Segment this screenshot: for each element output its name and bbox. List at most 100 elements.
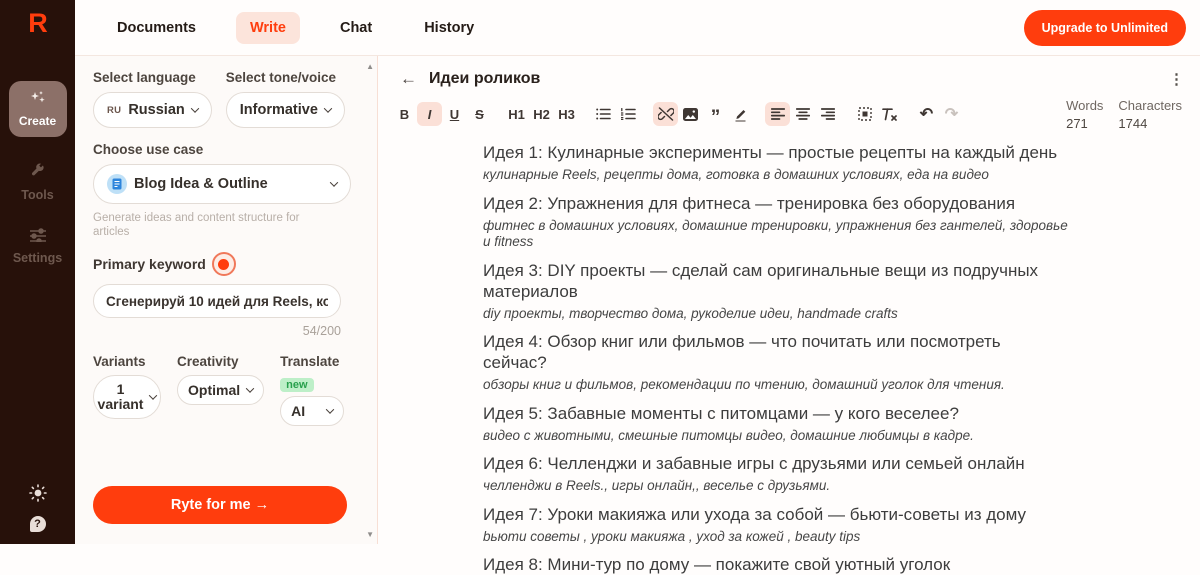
idea-title: Идея 1: Кулинарные эксперименты — просты…: [483, 142, 1069, 163]
chevron-down-icon: [246, 384, 254, 392]
generation-panel: ▲ ▼ Select language RU Russian Select to…: [75, 56, 378, 544]
sidebar-item-label: Create: [19, 114, 56, 128]
ryte-for-me-button[interactable]: Ryte for me →: [93, 486, 347, 524]
creativity-select[interactable]: Optimal: [177, 375, 264, 405]
tab-chat[interactable]: Chat: [328, 12, 384, 44]
chevron-down-icon: [330, 178, 338, 186]
upgrade-button[interactable]: Upgrade to Unlimited: [1024, 10, 1186, 46]
redo-button[interactable]: ↷: [939, 102, 964, 126]
tone-select[interactable]: Informative: [226, 92, 345, 128]
blockquote-button[interactable]: ”: [703, 106, 728, 130]
language-label: Select language: [93, 70, 212, 85]
characters-value: 1744: [1118, 116, 1182, 131]
left-rail: R Create Tools: [0, 0, 75, 544]
sidebar-item-label: Tools: [21, 188, 53, 202]
image-button[interactable]: [678, 102, 703, 126]
ordered-list-button[interactable]: [616, 102, 641, 126]
idea-keywords: обзоры книг и фильмов, рекомендации по ч…: [483, 377, 1069, 394]
translate-value: AI: [291, 403, 305, 419]
sidebar-item-label: Settings: [13, 251, 62, 265]
idea-keywords: видео с животными, смешные питомцы видео…: [483, 428, 1069, 445]
clear-format-button[interactable]: [877, 102, 902, 126]
align-left-button[interactable]: [765, 102, 790, 126]
keyword-char-counter: 54/200: [93, 324, 341, 338]
words-label: Words: [1066, 98, 1103, 113]
panel-scroll-down[interactable]: ▼: [366, 530, 374, 539]
idea-title: Идея 5: Забавные моменты с питомцами — у…: [483, 403, 1069, 424]
word-character-counts: Words 271 Characters 1744: [1066, 98, 1182, 131]
idea-keywords: челленджи в Reels., игры онлайн,, весель…: [483, 478, 1069, 495]
characters-label: Characters: [1118, 98, 1182, 113]
chevron-down-icon: [324, 104, 332, 112]
h1-button[interactable]: H1: [504, 102, 529, 126]
unlink-button[interactable]: [653, 102, 678, 126]
creativity-label: Creativity: [177, 354, 264, 369]
usecase-value: Blog Idea & Outline: [134, 176, 268, 192]
creativity-value: Optimal: [188, 382, 240, 398]
idea-keywords: bьюти советы , уроки макияжа , уход за к…: [483, 529, 1069, 546]
sparkles-icon: [28, 91, 48, 112]
document-title: Идеи роликов: [429, 70, 540, 88]
idea-keywords: кулинарные Reels, рецепты дома, готовка …: [483, 167, 1069, 184]
sidebar-item-settings[interactable]: Settings: [13, 228, 62, 265]
new-badge: new: [280, 378, 313, 392]
chevron-down-icon: [191, 104, 199, 112]
bullet-list-button[interactable]: [591, 102, 616, 126]
select-all-button[interactable]: [852, 102, 877, 126]
top-navigation: Documents Write Chat History Upgrade to …: [75, 0, 1200, 56]
bold-button[interactable]: B: [392, 102, 417, 126]
variants-label: Variants: [93, 354, 161, 369]
sliders-icon: [29, 228, 47, 247]
h3-button[interactable]: H3: [554, 102, 579, 126]
panel-scroll-up[interactable]: ▲: [366, 62, 374, 71]
strikethrough-button[interactable]: S: [467, 102, 492, 126]
translate-label: Translate: [280, 354, 344, 369]
kebab-menu-icon[interactable]: ⋮: [1169, 70, 1184, 88]
sidebar-item-create[interactable]: Create: [9, 81, 67, 137]
usecase-helper-text: Generate ideas and content structure for…: [93, 211, 325, 239]
document-icon: [107, 174, 127, 194]
align-right-button[interactable]: [815, 102, 840, 126]
variants-select[interactable]: 1 variant: [93, 375, 161, 419]
theme-sun-icon[interactable]: [29, 484, 47, 507]
idea-keywords: diy проекты, творчество дома, рукоделие …: [483, 306, 1069, 323]
tone-label: Select tone/voice: [226, 70, 345, 85]
words-value: 271: [1066, 116, 1103, 131]
h2-button[interactable]: H2: [529, 102, 554, 126]
chevron-down-icon: [326, 405, 334, 413]
tone-value: Informative: [240, 102, 318, 118]
sidebar-item-tools[interactable]: Tools: [21, 163, 53, 202]
idea-title: Идея 3: DIY проекты — сделай сам оригина…: [483, 260, 1069, 302]
variants-value: 1 variant: [98, 382, 144, 412]
undo-button[interactable]: ↶: [914, 102, 939, 126]
language-code: RU: [107, 105, 121, 116]
wrench-icon: [30, 163, 46, 184]
help-icon[interactable]: ?: [30, 516, 46, 532]
usecase-select[interactable]: Blog Idea & Outline: [93, 164, 351, 204]
keyword-label: Primary keyword: [93, 256, 206, 272]
tab-history[interactable]: History: [412, 12, 486, 44]
tab-documents[interactable]: Documents: [105, 12, 208, 44]
translate-select[interactable]: AI: [280, 396, 344, 426]
idea-keywords: фитнес в домашних условиях, домашние тре…: [483, 218, 1069, 251]
tab-write[interactable]: Write: [236, 12, 300, 44]
underline-button[interactable]: U: [442, 102, 467, 126]
primary-keyword-input[interactable]: [93, 284, 341, 318]
highlight-pen-button[interactable]: [728, 102, 753, 126]
back-arrow-icon[interactable]: ←: [400, 69, 417, 89]
idea-title: Идея 7: Уроки макияжа или ухода за собой…: [483, 504, 1069, 525]
language-value: Russian: [128, 102, 184, 118]
idea-title: Идея 4: Обзор книг или фильмов — что поч…: [483, 331, 1069, 373]
language-select[interactable]: RU Russian: [93, 92, 212, 128]
editor-area: ← Идеи роликов ⋮ B I U S H1 H2 H3: [379, 56, 1200, 544]
idea-title: Идея 2: Упражнения для фитнеса — трениро…: [483, 193, 1069, 214]
idea-title: Идея 6: Челленджи и забавные игры с друз…: [483, 453, 1069, 474]
app-logo: R: [28, 8, 47, 39]
usecase-label: Choose use case: [93, 142, 351, 157]
idea-title: Идея 8: Мини-тур по дому — покажите свой…: [483, 554, 1069, 575]
italic-button[interactable]: I: [417, 102, 442, 126]
chevron-down-icon: [149, 391, 157, 399]
align-center-button[interactable]: [790, 102, 815, 126]
document-content[interactable]: Идея 1: Кулинарные эксперименты — просты…: [483, 142, 1069, 575]
record-dot-icon[interactable]: [212, 252, 236, 276]
